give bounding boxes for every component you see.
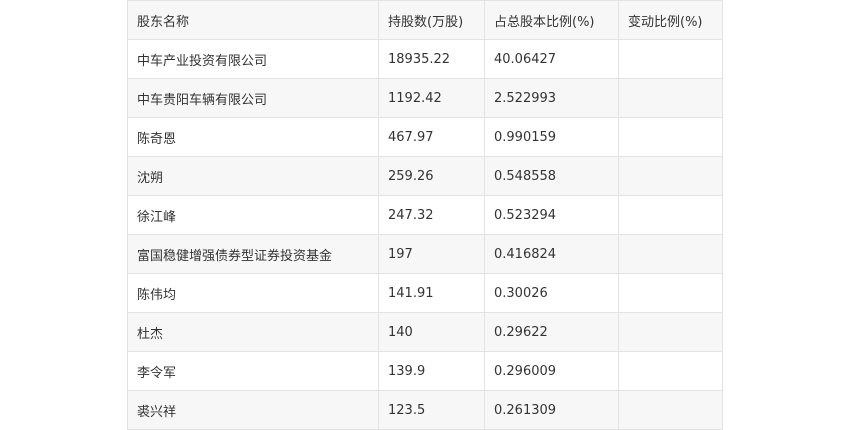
- shares-held-cell: 259.26: [378, 156, 485, 196]
- shares-held-cell: 18935.22: [378, 39, 485, 79]
- header-share-ratio: 占总股本比例(%): [484, 0, 619, 40]
- header-shareholder-name: 股东名称: [127, 0, 379, 40]
- change-ratio-cell: [618, 312, 723, 352]
- shares-held-cell: 247.32: [378, 195, 485, 235]
- table-header-row: 股东名称 持股数(万股) 占总股本比例(%) 变动比例(%): [127, 0, 723, 40]
- table-row: 徐江峰 247.32 0.523294: [127, 195, 723, 235]
- change-ratio-cell: [618, 351, 723, 391]
- shareholder-name-cell: 陈奇恩: [127, 117, 379, 157]
- change-ratio-cell: [618, 39, 723, 79]
- share-ratio-cell: 0.523294: [484, 195, 619, 235]
- table-row: 陈伟均 141.91 0.30026: [127, 273, 723, 313]
- table-row: 裘兴祥 123.5 0.261309: [127, 390, 723, 430]
- table-row: 陈奇恩 467.97 0.990159: [127, 117, 723, 157]
- share-ratio-cell: 2.522993: [484, 78, 619, 118]
- shares-held-cell: 141.91: [378, 273, 485, 313]
- header-shares-held: 持股数(万股): [378, 0, 485, 40]
- change-ratio-cell: [618, 195, 723, 235]
- shareholder-name-cell: 中车贵阳车辆有限公司: [127, 78, 379, 118]
- shareholder-name-cell: 沈朔: [127, 156, 379, 196]
- share-ratio-cell: 0.30026: [484, 273, 619, 313]
- table-row: 杜杰 140 0.29622: [127, 312, 723, 352]
- share-ratio-cell: 0.261309: [484, 390, 619, 430]
- shareholder-table: 股东名称 持股数(万股) 占总股本比例(%) 变动比例(%) 中车产业投资有限公…: [127, 0, 723, 430]
- change-ratio-cell: [618, 234, 723, 274]
- table-row: 富国稳健增强债券型证券投资基金 197 0.416824: [127, 234, 723, 274]
- share-ratio-cell: 40.06427: [484, 39, 619, 79]
- share-ratio-cell: 0.416824: [484, 234, 619, 274]
- table-row: 中车产业投资有限公司 18935.22 40.06427: [127, 39, 723, 79]
- shareholder-name-cell: 李令军: [127, 351, 379, 391]
- shares-held-cell: 1192.42: [378, 78, 485, 118]
- change-ratio-cell: [618, 273, 723, 313]
- shareholder-name-cell: 徐江峰: [127, 195, 379, 235]
- shares-held-cell: 467.97: [378, 117, 485, 157]
- share-ratio-cell: 0.29622: [484, 312, 619, 352]
- header-change-ratio: 变动比例(%): [618, 0, 723, 40]
- table-row: 李令军 139.9 0.296009: [127, 351, 723, 391]
- share-ratio-cell: 0.990159: [484, 117, 619, 157]
- change-ratio-cell: [618, 78, 723, 118]
- share-ratio-cell: 0.296009: [484, 351, 619, 391]
- table-row: 沈朔 259.26 0.548558: [127, 156, 723, 196]
- shareholder-name-cell: 裘兴祥: [127, 390, 379, 430]
- shareholder-name-cell: 陈伟均: [127, 273, 379, 313]
- change-ratio-cell: [618, 117, 723, 157]
- shareholder-name-cell: 杜杰: [127, 312, 379, 352]
- change-ratio-cell: [618, 390, 723, 430]
- shares-held-cell: 197: [378, 234, 485, 274]
- shares-held-cell: 140: [378, 312, 485, 352]
- shareholder-name-cell: 中车产业投资有限公司: [127, 39, 379, 79]
- share-ratio-cell: 0.548558: [484, 156, 619, 196]
- table-row: 中车贵阳车辆有限公司 1192.42 2.522993: [127, 78, 723, 118]
- shareholder-name-cell: 富国稳健增强债券型证券投资基金: [127, 234, 379, 274]
- change-ratio-cell: [618, 156, 723, 196]
- shares-held-cell: 123.5: [378, 390, 485, 430]
- shares-held-cell: 139.9: [378, 351, 485, 391]
- shareholder-table-container: 股东名称 持股数(万股) 占总股本比例(%) 变动比例(%) 中车产业投资有限公…: [127, 0, 723, 430]
